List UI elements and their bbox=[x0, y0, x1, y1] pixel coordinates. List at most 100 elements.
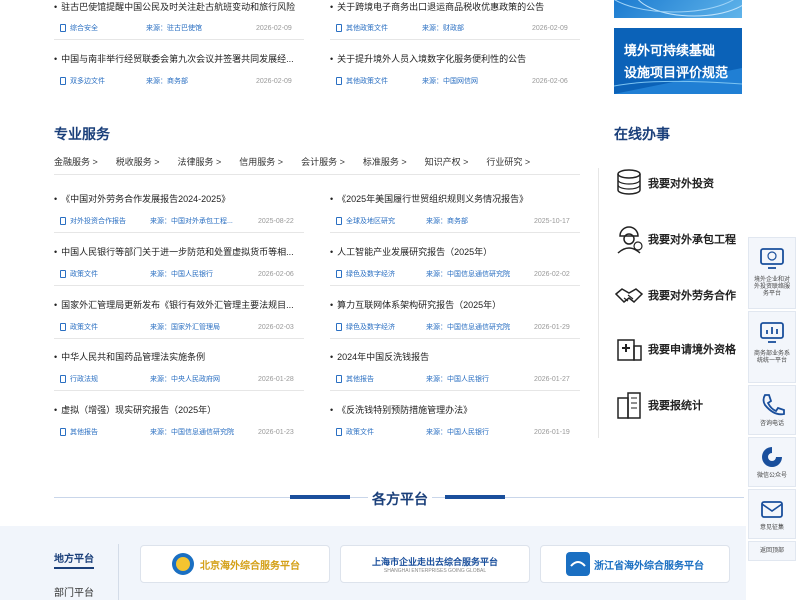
platform-card-shanghai[interactable]: 上海市企业走出去综合服务平台 SHANGHAI ENTERPRISES GOIN… bbox=[340, 545, 530, 583]
list-item-title[interactable]: 虚拟（增强）现实研究报告（2025年） bbox=[54, 403, 304, 416]
item-tag[interactable]: 政策文件 bbox=[70, 322, 144, 332]
sidebar-btn-feedback[interactable]: 意见征集 bbox=[748, 489, 796, 539]
list-item-title[interactable]: 中国人民银行等部门关于进一步防范和处置虚拟货币等相... bbox=[54, 245, 304, 258]
document-icon bbox=[60, 323, 66, 331]
tab-credit[interactable]: 信用服务 > bbox=[239, 155, 283, 168]
list-item-title[interactable]: 2024年中国反洗钱报告 bbox=[330, 350, 580, 363]
section-title-platforms: 各方平台 bbox=[368, 489, 432, 509]
divider bbox=[330, 338, 580, 339]
news-source: 来源：驻古巴使馆 bbox=[146, 25, 202, 32]
list-item-title[interactable]: 中华人民共和国药品管理法实施条例 bbox=[54, 350, 304, 363]
news-tag[interactable]: 综合安全 bbox=[70, 23, 136, 33]
list-item-title[interactable]: 《中国对外劳务合作发展报告2024-2025》 bbox=[54, 192, 304, 205]
divider bbox=[330, 285, 580, 286]
item-tag[interactable]: 对外投资合作报告 bbox=[70, 216, 144, 226]
service-invest[interactable]: 我要对外投资 bbox=[614, 168, 714, 198]
platform-tab-department[interactable]: 部门平台 bbox=[54, 584, 94, 599]
platforms-header-accent-right bbox=[445, 495, 505, 499]
globe-graphic bbox=[614, 0, 751, 17]
divider bbox=[330, 232, 580, 233]
divider bbox=[54, 232, 304, 233]
platform-tab-local[interactable]: 地方平台 bbox=[54, 550, 94, 569]
list-item-meta: 绿色及数字经济 来源：中国信息通信研究院 2026-02-02 bbox=[336, 269, 580, 279]
list-item-title[interactable]: 国家外汇管理局更新发布《银行有效外汇管理主要法规目... bbox=[54, 298, 304, 311]
item-date: 2026-02-06 bbox=[258, 270, 294, 278]
news-title[interactable]: 关于提升境外人员入境数字化服务便利性的公告 bbox=[330, 52, 580, 65]
list-item-title[interactable]: 人工智能产业发展研究报告（2025年） bbox=[330, 245, 580, 258]
sidebar-btn-wechat[interactable]: 微信公众号 bbox=[748, 437, 796, 487]
item-tag[interactable]: 行政法规 bbox=[70, 374, 144, 384]
item-date: 2026-02-02 bbox=[534, 270, 570, 278]
tabs-divider bbox=[54, 174, 580, 175]
tab-law[interactable]: 法律服务 > bbox=[178, 155, 222, 168]
news-source: 来源：财政部 bbox=[422, 25, 464, 32]
item-source: 来源：中国信息通信研究院 bbox=[426, 271, 510, 278]
divider bbox=[330, 39, 580, 40]
banner-bg-graphic bbox=[614, 28, 742, 94]
list-item-title[interactable]: 《反洗钱特别预防措施管理办法》 bbox=[330, 403, 580, 416]
tab-standards[interactable]: 标准服务 > bbox=[363, 155, 407, 168]
news-source: 来源：中国网信网 bbox=[422, 78, 478, 85]
item-tag[interactable]: 绿色及数字经济 bbox=[346, 322, 420, 332]
item-tag[interactable]: 政策文件 bbox=[346, 427, 420, 437]
online-services: 我要对外投资 我要对外承包工程 我要对外劳务合作 我要申请境外资格 我要报统计 bbox=[614, 168, 744, 428]
news-date: 2026-02-09 bbox=[256, 77, 292, 85]
news-tag[interactable]: 其他政策文件 bbox=[346, 23, 412, 33]
list-item-title[interactable]: 算力互联网体系架构研究报告（2025年） bbox=[330, 298, 580, 311]
zhejiang-logo-icon bbox=[566, 552, 590, 576]
beijing-logo-icon bbox=[172, 553, 194, 575]
service-label: 我要对外承包工程 bbox=[648, 234, 736, 246]
platform-sublabel: SHANGHAI ENTERPRISES GOING GLOBAL bbox=[383, 567, 487, 574]
list-item-title[interactable]: 《2025年美国履行世贸组织规则义务情况报告》 bbox=[330, 192, 580, 205]
sidebar-btn-top[interactable]: 返回顶部 bbox=[748, 541, 796, 561]
item-source: 来源：中央人民政府网 bbox=[150, 376, 220, 383]
divider bbox=[330, 390, 580, 391]
service-qualification[interactable]: 我要申请境外资格 bbox=[614, 334, 736, 364]
news-date: 2026-02-09 bbox=[532, 24, 568, 32]
vertical-divider bbox=[598, 168, 599, 438]
banner-line1: 境外可持续基础 bbox=[624, 43, 716, 58]
banner-line2: 设施项目评价规范 bbox=[624, 65, 729, 80]
item-tag[interactable]: 绿色及数字经济 bbox=[346, 269, 420, 279]
document-icon bbox=[60, 270, 66, 278]
item-tag[interactable]: 其他报告 bbox=[70, 427, 144, 437]
sidebar-btn-phone[interactable]: 咨询电话 bbox=[748, 385, 796, 435]
divider bbox=[54, 285, 304, 286]
sidebar-btn-system[interactable]: 商务部业务系统统一平台 bbox=[748, 311, 796, 383]
item-source: 来源：中国人民银行 bbox=[150, 271, 213, 278]
service-label: 我要对外劳务合作 bbox=[648, 290, 736, 302]
banner-globe[interactable] bbox=[614, 0, 751, 18]
tab-ip[interactable]: 知识产权 > bbox=[425, 155, 469, 168]
platform-tabs-divider bbox=[118, 544, 119, 600]
tab-finance[interactable]: 金融服务 > bbox=[54, 155, 98, 168]
sidebar-btn-liaison[interactable]: 境外企业和对外投资联络服务平台 bbox=[748, 237, 796, 309]
item-tag[interactable]: 政策文件 bbox=[70, 269, 144, 279]
service-statistics[interactable]: 我要报统计 bbox=[614, 390, 703, 420]
item-tag[interactable]: 其他报告 bbox=[346, 374, 420, 384]
news-meta: 双多边文件 来源：商务部 2026-02-09 bbox=[60, 76, 304, 86]
news-title[interactable]: 中国与南非举行经贸联委会第九次会议并签署共同发展经... bbox=[54, 52, 304, 65]
item-tag[interactable]: 全球及地区研究 bbox=[346, 216, 420, 226]
item-date: 2026-01-28 bbox=[258, 375, 294, 383]
item-source: 来源：中国人民银行 bbox=[426, 376, 489, 383]
news-title[interactable]: 驻古巴使馆提醒中国公民及时关注赴古航班变动和旅行风险 bbox=[54, 0, 304, 13]
news-title[interactable]: 关于跨境电子商务出口退运商品税收优惠政策的公告 bbox=[330, 0, 580, 13]
document-icon bbox=[336, 270, 342, 278]
platform-card-beijing[interactable]: 北京海外综合服务平台 bbox=[140, 545, 330, 583]
news-tag[interactable]: 双多边文件 bbox=[70, 76, 136, 86]
item-date: 2026-01-29 bbox=[534, 323, 570, 331]
item-source: 来源：中国人民银行 bbox=[426, 429, 489, 436]
tab-accounting[interactable]: 会计服务 > bbox=[301, 155, 345, 168]
news-tag[interactable]: 其他政策文件 bbox=[346, 76, 412, 86]
service-contract[interactable]: 我要对外承包工程 bbox=[614, 224, 736, 254]
service-labor[interactable]: 我要对外劳务合作 bbox=[614, 280, 736, 310]
platforms-header-accent-left bbox=[290, 495, 350, 499]
tab-tax[interactable]: 税收服务 > bbox=[116, 155, 160, 168]
banner-infrastructure[interactable]: 境外可持续基础 设施项目评价规范 bbox=[614, 28, 742, 94]
item-date: 2026-01-19 bbox=[534, 428, 570, 436]
engineer-icon bbox=[617, 226, 643, 254]
item-date: 2026-02-03 bbox=[258, 323, 294, 331]
tab-research[interactable]: 行业研究 > bbox=[486, 155, 530, 168]
platform-card-zhejiang[interactable]: 浙江省海外综合服务平台 bbox=[540, 545, 730, 583]
item-date: 2026-01-23 bbox=[258, 428, 294, 436]
